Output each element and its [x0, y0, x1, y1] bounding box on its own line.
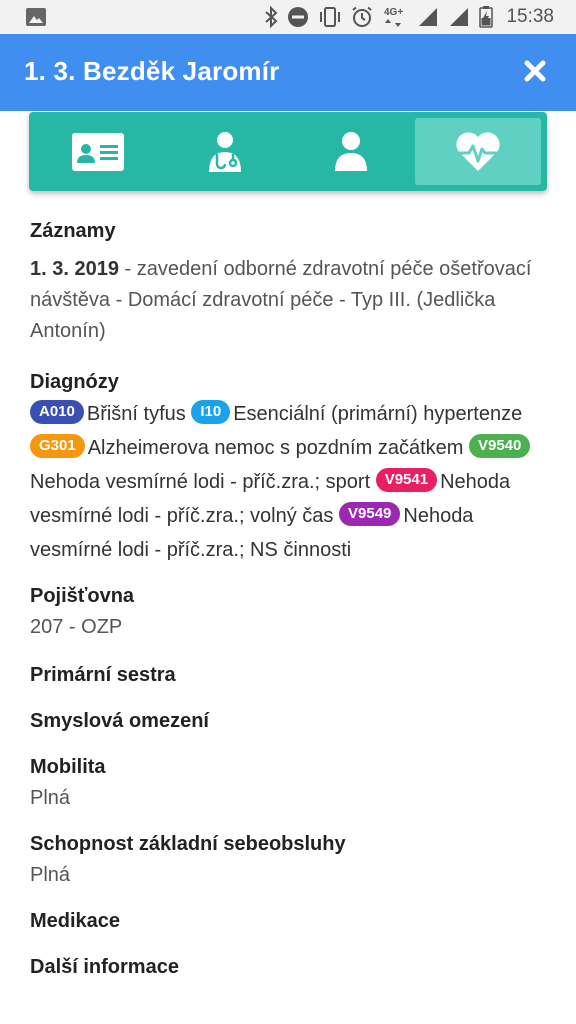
mobility-title: Mobilita: [30, 756, 106, 778]
diagnosis-code-badge: V9540: [468, 434, 531, 458]
tab-id-card[interactable]: [35, 118, 162, 185]
sensory-title: Smyslová omezení: [30, 710, 209, 732]
self-care-title: Schopnost základní sebeobsluhy: [30, 833, 346, 855]
tab-person[interactable]: [288, 118, 415, 185]
id-card-icon: [72, 132, 125, 171]
network-label: 4G+: [384, 7, 403, 18]
tab-doctor[interactable]: [162, 118, 289, 185]
primary-nurse-title: Primární sestra: [30, 664, 176, 686]
record-date: 1. 3. 2019: [30, 258, 119, 280]
network-icon: 4G+: [384, 7, 404, 27]
diagnosis-code-badge: V9549: [339, 502, 401, 526]
insurance-title: Pojišťovna: [30, 585, 135, 607]
vibrate-icon: [320, 7, 341, 27]
person-icon: [335, 131, 368, 171]
close-icon[interactable]: [524, 60, 546, 82]
signal-icon: [419, 8, 438, 26]
diagnosis-label: Nehoda vesmírné lodi - příč.zra.; sport: [30, 471, 371, 493]
diagnoses-section: Diagnózy A010 Břišní tyfus I10 Esenciální …: [30, 367, 550, 567]
diagnosis-label: Břišní tyfus: [86, 403, 186, 425]
alarm-icon: [352, 6, 373, 27]
records-section: Záznamy 1. 3. 2019 - zavedení odborné zd…: [30, 216, 550, 347]
records-title: Záznamy: [30, 220, 116, 242]
diagnosis-code-badge: V9541: [375, 468, 438, 492]
diagnosis-label: Esenciální (primární) hypertenze: [233, 403, 523, 425]
patient-detail: Záznamy 1. 3. 2019 - zavedení odborné zd…: [30, 216, 550, 982]
dnd-icon: [288, 7, 309, 27]
insurance-value: 207 - OZP: [30, 616, 123, 638]
medication-title: Medikace: [30, 910, 121, 932]
medication-section: Medikace: [30, 906, 550, 936]
diagnosis-label: Alzheimerova nemoc s pozdním začátkem: [87, 437, 464, 459]
more-info-title: Další informace: [30, 956, 179, 978]
tab-bar: [29, 112, 547, 191]
doctor-icon: [208, 131, 241, 172]
page-title: 1. 3. Bezděk Jaromír: [24, 56, 280, 86]
status-bar: 4G+ 15:38: [0, 0, 576, 34]
app-bar: 1. 3. Bezděk Jaromír: [0, 34, 576, 111]
self-care-value: Plná: [30, 864, 71, 886]
diagnosis-code-badge: I10: [191, 400, 231, 424]
image-icon: [26, 8, 46, 26]
sensory-section: Smyslová omezení: [30, 706, 550, 736]
tab-health[interactable]: [414, 118, 541, 185]
mobility-value: Plná: [30, 787, 71, 809]
diagnosis-code-badge: A010: [30, 400, 84, 424]
record-item: 1. 3. 2019 - zavedení odborné zdravotní …: [30, 254, 550, 347]
diagnoses-title: Diagnózy: [30, 371, 119, 393]
mobility-section: Mobilita Plná: [30, 752, 550, 815]
battery-icon: [479, 6, 494, 28]
insurance-section: Pojišťovna 207 - OZP: [30, 581, 550, 644]
signal-icon: [450, 8, 469, 26]
primary-nurse-section: Primární sestra: [30, 660, 550, 690]
diagnosis-code-badge: G301: [30, 434, 85, 458]
diagnosis-list: A010 Břišní tyfus I10 Esenciální (primární…: [30, 397, 550, 567]
self-care-section: Schopnost základní sebeobsluhy Plná: [30, 829, 550, 892]
clock: 15:38: [506, 6, 554, 27]
bluetooth-icon: [265, 6, 278, 28]
more-info-section: Další informace: [30, 952, 550, 982]
heart-pulse-icon: [456, 131, 500, 171]
